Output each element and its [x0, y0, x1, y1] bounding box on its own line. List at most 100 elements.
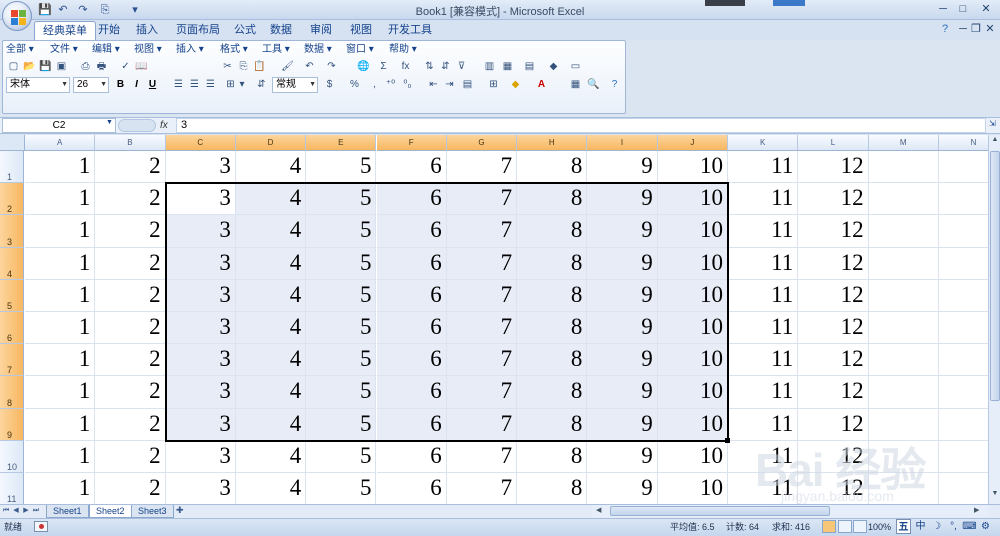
currency-icon[interactable]: $	[322, 77, 337, 92]
cell-N10[interactable]	[938, 441, 988, 473]
insert-sheet-icon[interactable]: ✚	[176, 505, 194, 517]
cell-B3[interactable]: 2	[95, 215, 166, 248]
cell-A9[interactable]: 1	[25, 408, 96, 441]
cell-F11[interactable]: 6	[377, 473, 447, 504]
increase-indent-icon[interactable]: ⇥	[442, 77, 457, 92]
zoom-icon[interactable]: 🔍	[586, 77, 601, 92]
cell-G4[interactable]: 7	[446, 247, 518, 280]
ribbon-tab[interactable]: 公式	[226, 21, 264, 40]
cell-H1[interactable]: 8	[517, 151, 588, 184]
office-button[interactable]	[2, 1, 32, 31]
vertical-scroll-thumb[interactable]	[990, 151, 1000, 401]
next-sheet-icon[interactable]: ▶	[22, 505, 30, 517]
new-icon[interactable]: ▢	[6, 59, 21, 74]
cell-D2[interactable]: 4	[235, 183, 307, 216]
help-button-icon[interactable]: ?	[607, 77, 622, 92]
cell-H4[interactable]: 8	[517, 247, 588, 280]
column-header[interactable]: E	[306, 135, 377, 151]
scroll-up-icon[interactable]: ▲	[990, 136, 1000, 148]
cell-L4[interactable]: 12	[798, 247, 869, 280]
cell-F8[interactable]: 6	[376, 376, 447, 409]
cell-A10[interactable]: 1	[25, 440, 96, 473]
shapes-icon[interactable]: ◆	[546, 59, 561, 74]
cell-G9[interactable]: 7	[446, 408, 518, 441]
cell-N1[interactable]	[938, 151, 988, 184]
classic-menu-item[interactable]: 视图 ▾	[134, 43, 162, 57]
cell-C10[interactable]: 3	[165, 440, 236, 473]
cell-N8[interactable]	[938, 376, 988, 409]
cell-C11[interactable]: 3	[166, 473, 236, 504]
cell-E10[interactable]: 5	[306, 440, 377, 473]
cell-E6[interactable]: 5	[306, 312, 377, 345]
cell-H2[interactable]: 8	[517, 183, 588, 216]
horizontal-scroll-thumb[interactable]	[610, 506, 830, 516]
cell-D9[interactable]: 4	[235, 408, 307, 441]
row-header[interactable]: 6	[0, 312, 24, 345]
row-header[interactable]: 10	[0, 440, 24, 473]
merge-dropdown-icon[interactable]: ▾	[238, 77, 246, 92]
cell-F9[interactable]: 6	[376, 408, 447, 441]
increase-decimal-icon[interactable]: ⁺⁰	[383, 77, 398, 92]
column-header[interactable]: D	[235, 135, 307, 151]
row-header[interactable]: 11	[0, 473, 24, 504]
page-layout-view-button[interactable]	[838, 520, 852, 533]
classic-menu-item[interactable]: 编辑 ▾	[92, 43, 120, 57]
align-center-icon[interactable]: ☰	[187, 77, 202, 92]
cell-M3[interactable]	[868, 215, 939, 248]
cell-K10[interactable]: 11	[728, 440, 799, 473]
row-header[interactable]: 4	[0, 247, 24, 280]
cell-B6[interactable]: 2	[95, 312, 166, 345]
cell-E3[interactable]: 5	[306, 215, 377, 248]
classic-menu-item[interactable]: 全部 ▾	[6, 43, 34, 57]
print-preview-icon[interactable]: ⎙	[78, 59, 93, 74]
column-header[interactable]: A	[25, 135, 96, 151]
macro-record-icon[interactable]	[34, 521, 48, 532]
row-header[interactable]: 9	[0, 408, 24, 441]
cell-K7[interactable]: 11	[728, 344, 799, 377]
cell-D5[interactable]: 4	[235, 279, 307, 312]
cell-N7[interactable]	[938, 344, 988, 377]
ribbon-tab[interactable]: 页面布局	[168, 21, 228, 40]
bold-button[interactable]: B	[113, 77, 128, 92]
cell-J6[interactable]: 10	[657, 312, 728, 345]
ribbon-tab[interactable]: 数据	[262, 21, 300, 40]
cell-B5[interactable]: 2	[95, 279, 166, 312]
cell-A6[interactable]: 1	[25, 312, 96, 345]
cell-J5[interactable]: 10	[657, 279, 728, 312]
cell-H3[interactable]: 8	[517, 215, 588, 248]
cell-E2[interactable]: 5	[306, 183, 377, 216]
autosum-icon[interactable]: Σ	[376, 59, 391, 74]
worksheet-grid[interactable]: A B C D E F G H I J K L M N 1 1 2 3 4 5 6 7 8 9 10 11 12 2 1 2 3 4 5 6 7 8 9…	[0, 135, 988, 504]
cell-B8[interactable]: 2	[95, 376, 166, 409]
cell-N6[interactable]	[938, 312, 988, 345]
cell-M9[interactable]	[868, 408, 939, 441]
cell-M5[interactable]	[868, 279, 939, 312]
cell-J10[interactable]: 10	[657, 440, 728, 473]
cell-I7[interactable]: 9	[587, 344, 658, 377]
cell-B7[interactable]: 2	[95, 344, 166, 377]
cell-M2[interactable]	[868, 183, 939, 216]
ribbon-tab[interactable]: 插入	[128, 21, 166, 40]
ribbon-tab[interactable]: 开始	[90, 21, 128, 40]
row-header[interactable]: 3	[0, 215, 24, 248]
cell-G2[interactable]: 7	[446, 183, 518, 216]
cell-E5[interactable]: 5	[306, 279, 377, 312]
fill-color-icon[interactable]: ◆	[508, 77, 523, 92]
font-name-select[interactable]: 宋体 ▼	[6, 77, 70, 93]
horizontal-scrollbar[interactable]: ◀ ▶	[592, 505, 988, 517]
cell-M6[interactable]	[868, 312, 939, 345]
chart-icon[interactable]: ▥	[482, 59, 497, 74]
cell-K3[interactable]: 11	[728, 215, 799, 248]
classic-menu-item[interactable]: 工具 ▾	[262, 43, 290, 57]
cell-N11[interactable]	[939, 473, 988, 504]
wrap-text-icon[interactable]: ⇵	[254, 77, 269, 92]
vertical-scrollbar[interactable]: ▲ ▼	[988, 135, 1000, 504]
cell-E7[interactable]: 5	[306, 344, 377, 377]
minimize-button[interactable]: ─	[935, 2, 951, 16]
comma-button[interactable]: ,	[367, 77, 382, 92]
cell-A5[interactable]: 1	[25, 279, 96, 312]
cell-A2[interactable]: 1	[25, 183, 96, 216]
formula-bar-splitter[interactable]	[118, 119, 156, 132]
column-header[interactable]: L	[798, 135, 869, 151]
cell-K8[interactable]: 11	[728, 376, 799, 409]
